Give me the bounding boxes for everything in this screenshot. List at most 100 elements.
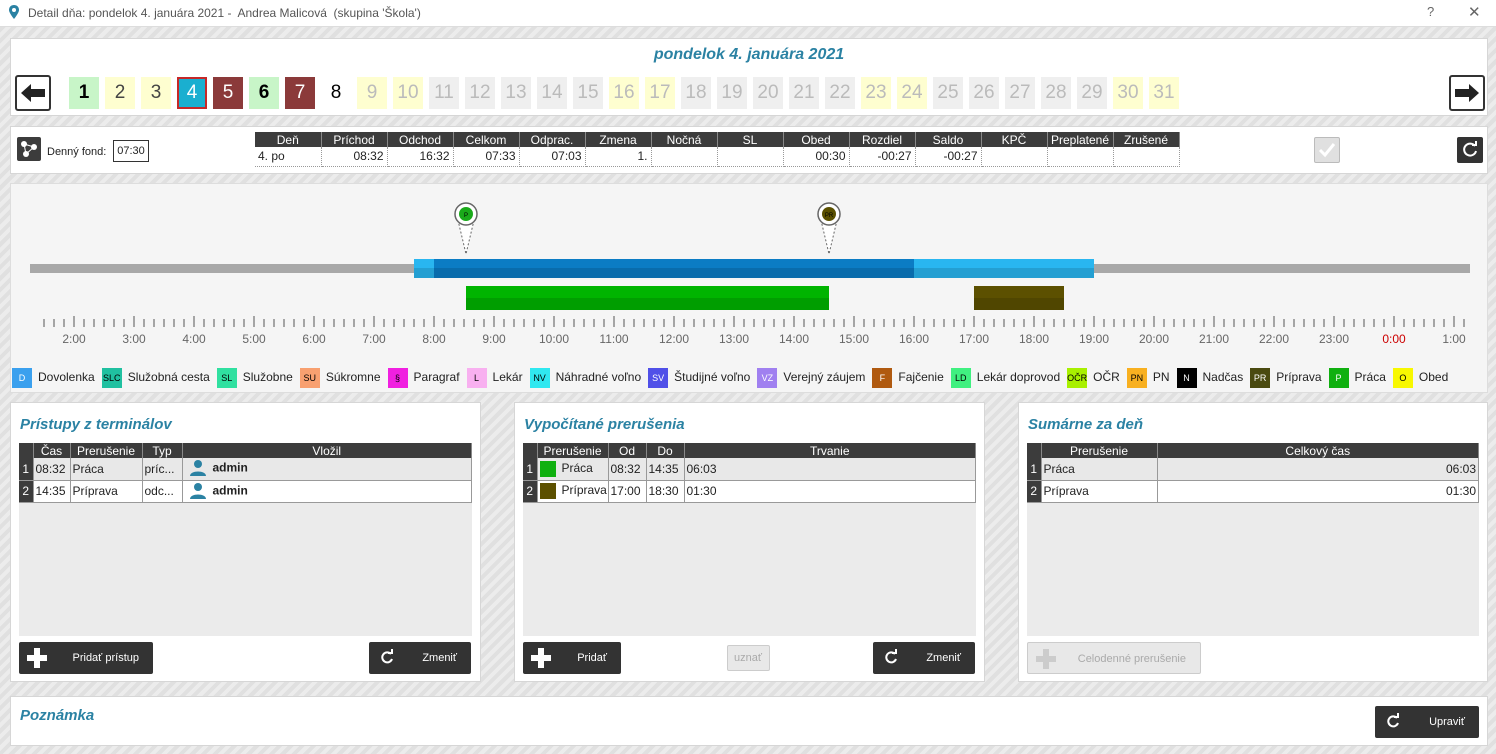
legend-label: Dovolenka	[38, 370, 95, 385]
close-button[interactable]: ✕	[1468, 3, 1481, 21]
day-31[interactable]: 31	[1149, 77, 1179, 109]
day-8[interactable]: 8	[321, 77, 351, 109]
day-9[interactable]: 9	[357, 77, 387, 109]
previous-day-button[interactable]	[15, 75, 51, 111]
day-6[interactable]: 6	[249, 77, 279, 109]
access-grid: Čas Prerušenie Typ Vložil 1 08:32 Práca príc..…	[19, 443, 472, 636]
fullday-break-button[interactable]: Celodenné prerušenie	[1027, 642, 1201, 674]
legend-label: Nadčas	[1202, 370, 1244, 385]
access-marker-pin[interactable]: P	[454, 202, 478, 255]
day-4[interactable]: 4	[177, 77, 207, 109]
table-row[interactable]: 1 08:32 Práca príc... admin	[19, 458, 472, 481]
summary-col-10: Saldo	[915, 132, 982, 147]
hour-label: 10:00	[539, 332, 569, 346]
day-13[interactable]: 13	[501, 77, 531, 109]
day-30[interactable]: 30	[1113, 77, 1143, 109]
row-number: 2	[1027, 480, 1042, 503]
table-row[interactable]: 1 Práca 08:32 14:35 06:03	[523, 458, 976, 481]
day-10[interactable]: 10	[393, 77, 423, 109]
legend-item: L Lekár	[466, 368, 523, 388]
day-15[interactable]: 15	[573, 77, 603, 109]
cell-total: 06:03	[1157, 458, 1479, 481]
col-break[interactable]: Prerušenie	[537, 443, 609, 458]
col-inserted-by[interactable]: Vložil	[182, 443, 472, 458]
summary-col-6: Nočná	[651, 132, 718, 147]
legend-swatch: VZ	[757, 368, 778, 388]
legend-item: SL Služobne	[216, 368, 293, 388]
day-2[interactable]: 2	[105, 77, 135, 109]
day-timeline-chart: P PR 2:00 3:00 4:00 5:00 6:00 7:00 8:00 9:00 10:00…	[30, 202, 1470, 346]
col-duration[interactable]: Trvanie	[684, 443, 976, 458]
day-16[interactable]: 16	[609, 77, 639, 109]
legend-swatch: SLC	[101, 368, 122, 388]
day-24[interactable]: 24	[897, 77, 927, 109]
col-total-time[interactable]: Celkový čas	[1157, 443, 1479, 458]
day-22[interactable]: 22	[825, 77, 855, 109]
user-icon	[189, 481, 207, 502]
edit-note-button[interactable]: Upraviť	[1375, 706, 1479, 738]
hour-label: 16:00	[899, 332, 929, 346]
day-19[interactable]: 19	[717, 77, 747, 109]
table-row[interactable]: 2 Príprava 01:30	[1027, 480, 1479, 503]
row-number: 2	[523, 480, 538, 503]
day-26[interactable]: 26	[969, 77, 999, 109]
col-to[interactable]: Do	[646, 443, 685, 458]
col-time[interactable]: Čas	[33, 443, 71, 458]
accept-button[interactable]: uznať	[727, 645, 770, 671]
legend-item: D Dovolenka	[12, 368, 95, 388]
legend-swatch: PR	[1250, 368, 1271, 388]
hour-label: 9:00	[482, 332, 506, 346]
day-23[interactable]: 23	[861, 77, 891, 109]
day-14[interactable]: 14	[537, 77, 567, 109]
break-color-swatch	[539, 483, 556, 499]
app-location-icon	[9, 5, 19, 19]
day-18[interactable]: 18	[681, 77, 711, 109]
table-row[interactable]: 2 Príprava 17:00 18:30 01:30	[523, 480, 976, 503]
daily-fund-input[interactable]: 07:30	[113, 140, 149, 162]
day-28[interactable]: 28	[1041, 77, 1071, 109]
day-12[interactable]: 12	[465, 77, 495, 109]
legend-swatch: NV	[529, 368, 550, 388]
daily-summary-panel: Denný fond: 07:30 Deň Príchod Odchod Celkom…	[10, 126, 1488, 174]
approve-button[interactable]	[1314, 137, 1340, 163]
day-29[interactable]: 29	[1077, 77, 1107, 109]
day-5[interactable]: 5	[213, 77, 243, 109]
row-number: 1	[523, 458, 538, 481]
hour-label: 7:00	[362, 332, 386, 346]
table-row[interactable]: 2 14:35 Príprava odc... admin	[19, 480, 472, 503]
add-break-button[interactable]: Pridať	[523, 642, 621, 674]
day-20[interactable]: 20	[753, 77, 783, 109]
change-break-button[interactable]: Zmeniť	[873, 642, 975, 674]
day-3[interactable]: 3	[141, 77, 171, 109]
cell-type: príc...	[142, 458, 183, 481]
day-27[interactable]: 27	[1005, 77, 1035, 109]
day-17[interactable]: 17	[645, 77, 675, 109]
next-day-button[interactable]	[1449, 75, 1485, 111]
day-total-panel: Sumárne za deň Prerušenie Celkový čas 1 Pr…	[1018, 402, 1488, 682]
col-break[interactable]: Prerušenie	[70, 443, 143, 458]
workflow-button[interactable]	[17, 137, 41, 161]
day-21[interactable]: 21	[789, 77, 819, 109]
legend-item: F Fajčenie	[872, 368, 944, 388]
add-access-button[interactable]: Pridať prístup	[19, 642, 153, 674]
summary-col-0: Deň	[255, 132, 322, 147]
summary-cell-11	[981, 147, 1048, 167]
day-11[interactable]: 11	[429, 77, 459, 109]
refresh-icon	[1387, 713, 1399, 728]
break-name: Príprava	[561, 483, 607, 498]
col-type[interactable]: Typ	[142, 443, 183, 458]
table-row[interactable]: 1 Práca 06:03	[1027, 458, 1479, 481]
day-25[interactable]: 25	[933, 77, 963, 109]
day-1[interactable]: 1	[69, 77, 99, 109]
help-button[interactable]: ?	[1427, 4, 1434, 19]
refresh-button[interactable]	[1457, 137, 1483, 163]
change-access-button[interactable]: Zmeniť	[369, 642, 471, 674]
day-7[interactable]: 7	[285, 77, 315, 109]
col-from[interactable]: Od	[608, 443, 647, 458]
summary-col-5: Zmena	[585, 132, 652, 147]
col-break[interactable]: Prerušenie	[1041, 443, 1158, 458]
hour-label: 23:00	[1319, 332, 1349, 346]
legend-label: Verejný záujem	[783, 370, 866, 385]
user-name: admin	[212, 483, 248, 498]
access-marker-pin[interactable]: PR	[817, 202, 841, 255]
